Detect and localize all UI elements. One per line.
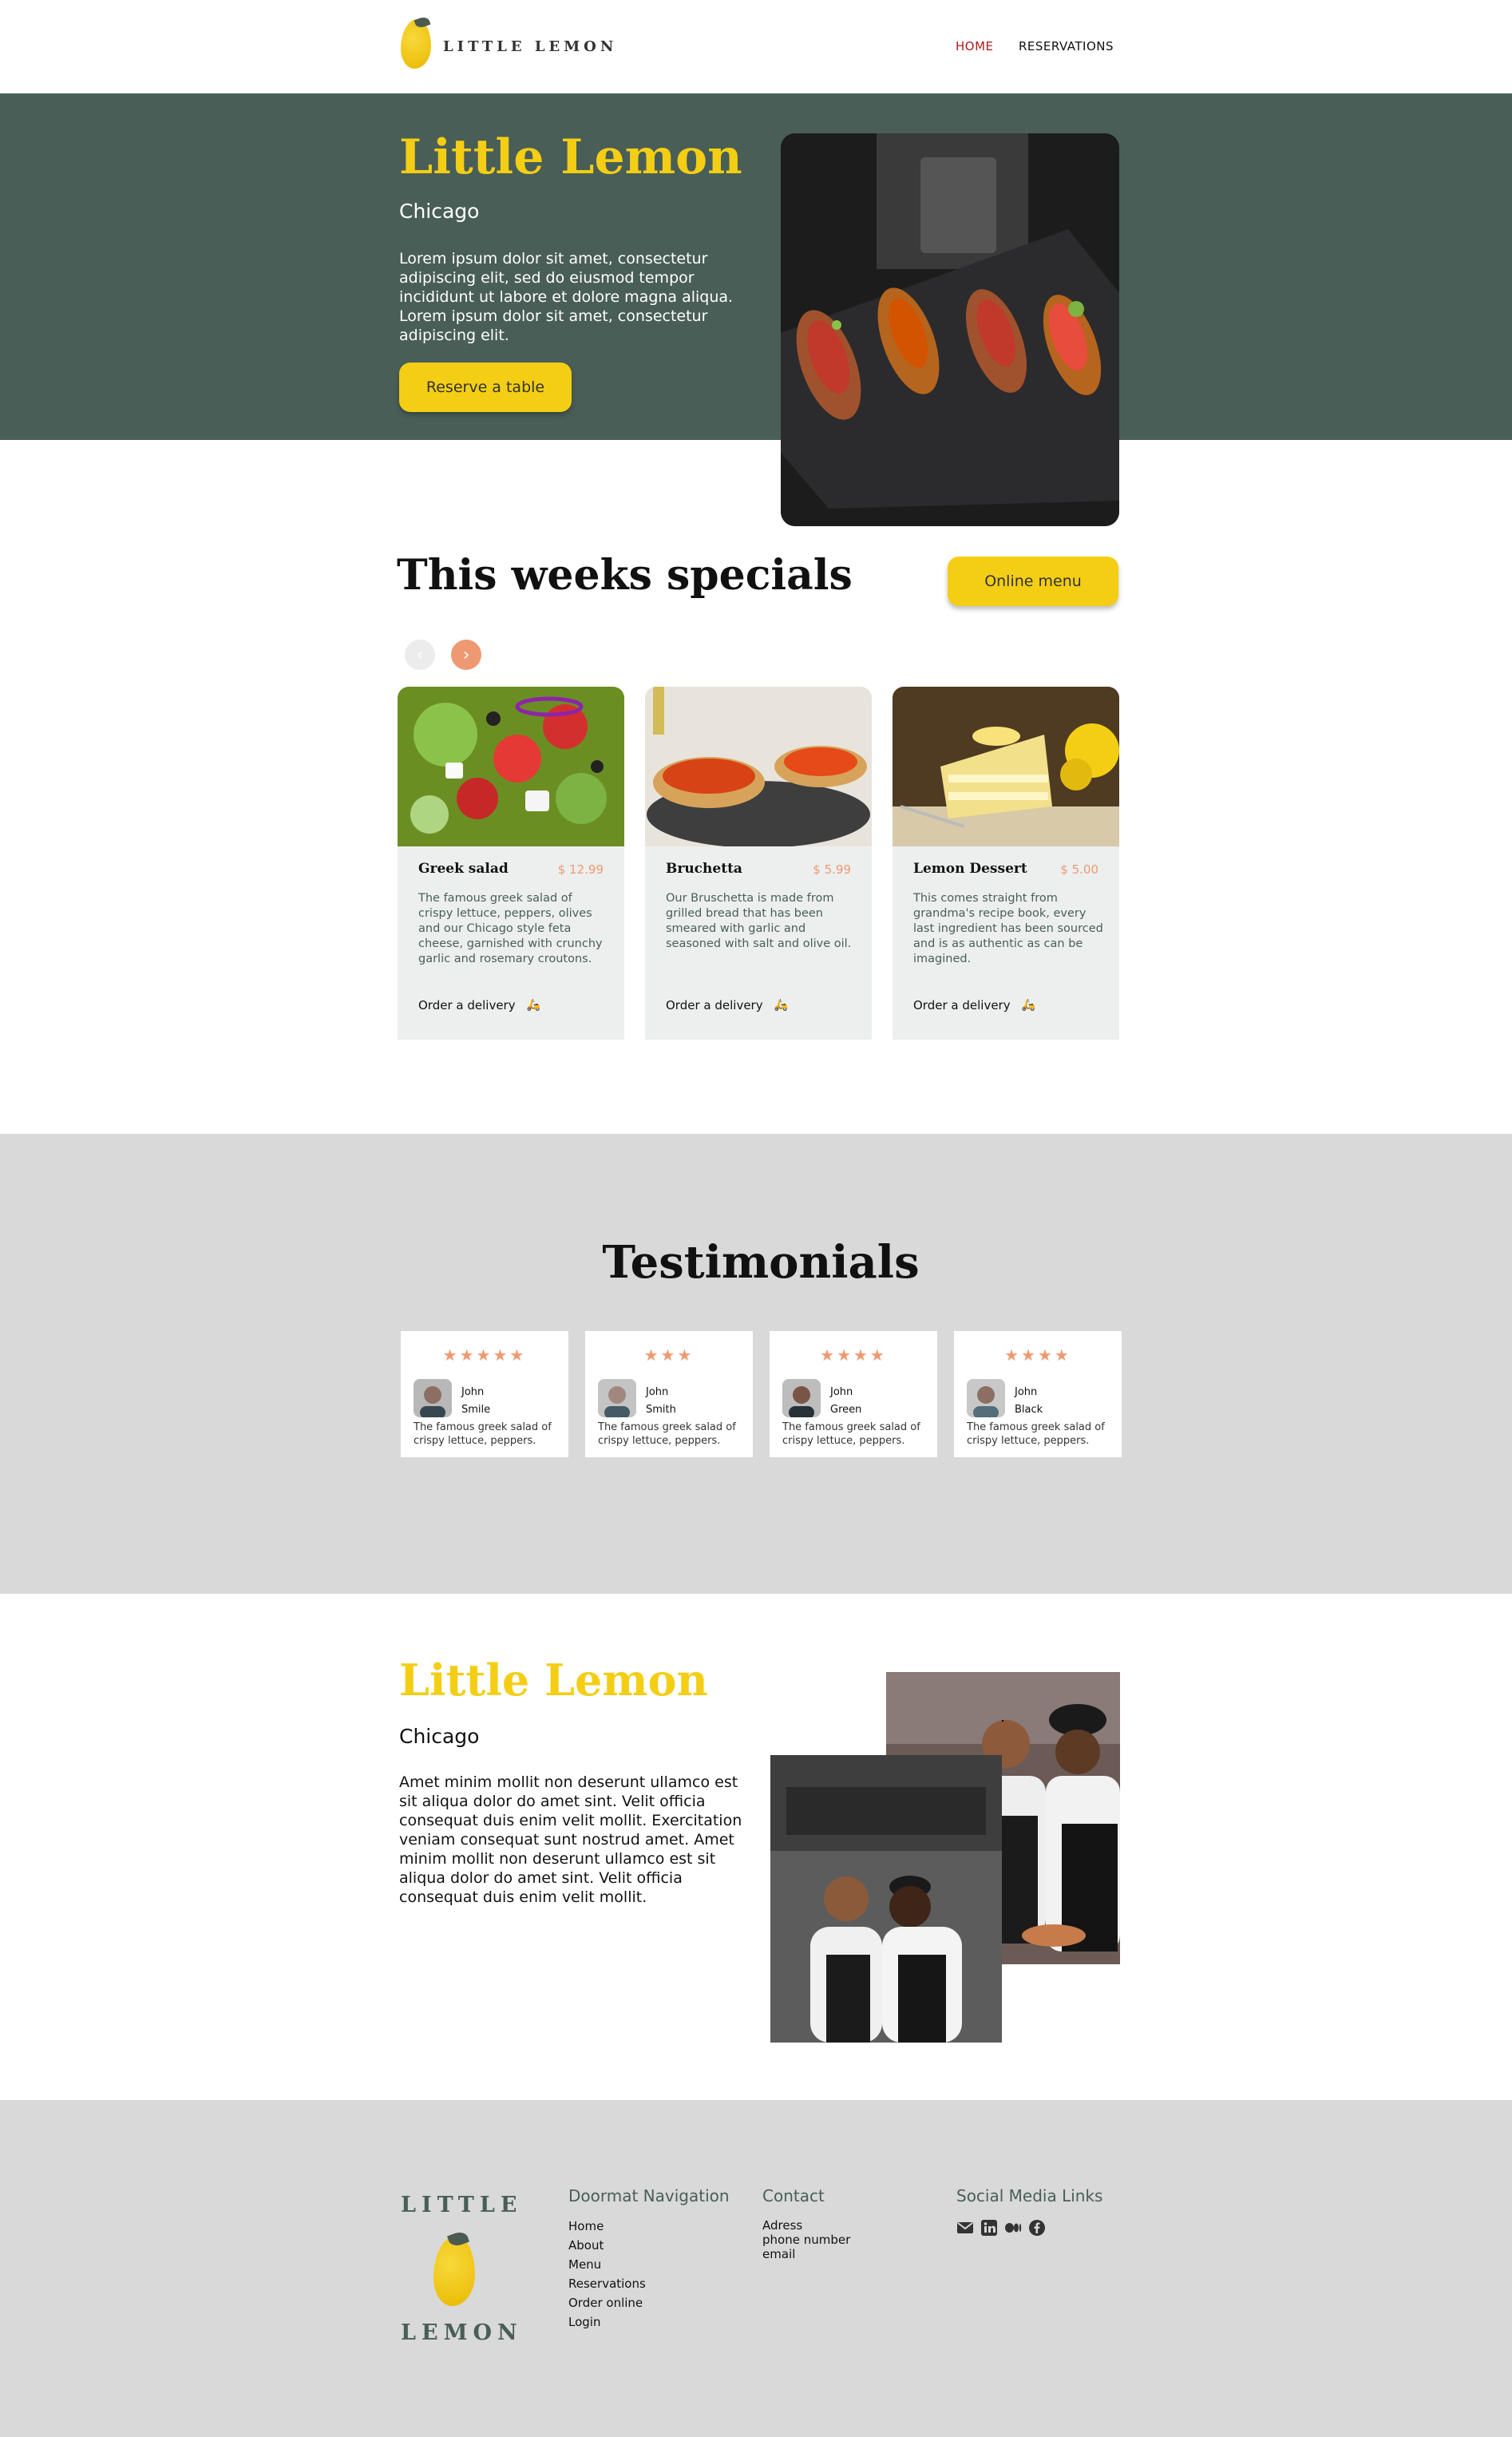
hero-title: Little Lemon [399, 129, 742, 185]
online-menu-button[interactable]: Online menu [948, 557, 1118, 606]
reviewer-last-name: Green [830, 1404, 862, 1416]
chevron-right-icon: › [462, 644, 470, 665]
order-label: Order a delivery [666, 998, 763, 1012]
avatar [782, 1379, 821, 1417]
card-name: Greek salad [418, 861, 509, 877]
review-text: The famous greek salad of crispy lettuce… [598, 1421, 736, 1447]
card-price: $ 12.99 [557, 862, 604, 877]
nav-reservations[interactable]: RESERVATIONS [1019, 39, 1114, 53]
nav-home[interactable]: HOME [956, 39, 994, 53]
rating-stars: ★★★★ [1004, 1345, 1071, 1365]
rating-stars: ★★★ [643, 1345, 695, 1365]
reviewer-last-name: Smith [646, 1404, 676, 1416]
about-title: Little Lemon [399, 1654, 708, 1706]
reviewer-name: John Smith [646, 1384, 694, 1419]
contact-phone: phone number [762, 2233, 851, 2247]
logo-lemon-icon[interactable] [401, 19, 431, 69]
reviewer-last-name: Black [1015, 1404, 1043, 1416]
hero-description: Lorem ipsum dolor sit amet, consectetur … [399, 250, 734, 344]
card-name: Lemon Dessert [913, 861, 1027, 877]
avatar [967, 1379, 1005, 1417]
order-label: Order a delivery [913, 998, 1011, 1012]
footer-link-order-online[interactable]: Order online [568, 2293, 646, 2312]
chefs-photo-front [770, 1755, 1002, 2043]
contact-email: email [762, 2247, 796, 2261]
rating-stars: ★★★★★ [442, 1345, 527, 1365]
footer-logo-top: LITTLE [401, 2193, 523, 2217]
order-delivery-link[interactable]: Order a delivery 🛵 [418, 998, 540, 1012]
card-price: $ 5.99 [813, 862, 851, 877]
footer-link-about[interactable]: About [568, 2236, 646, 2255]
hero-city: Chicago [399, 200, 480, 223]
avatar [598, 1379, 636, 1417]
facebook-icon[interactable] [1028, 2219, 1046, 2237]
footer-social-heading: Social Media Links [956, 2186, 1103, 2205]
rating-stars: ★★★★ [820, 1345, 887, 1365]
bruschetta-image [645, 687, 872, 846]
card-name: Bruchetta [666, 861, 742, 877]
footer-nav-heading: Doormat Navigation [568, 2186, 730, 2205]
reviewer-first-name: John [461, 1386, 485, 1398]
reviewer-name: John Green [830, 1384, 878, 1419]
card-description: This comes straight from grandma's recip… [913, 892, 1103, 965]
testimonials-title: Testimonials [602, 1236, 920, 1289]
chevron-left-icon: ‹ [416, 644, 424, 665]
testimonial-card: ★★★★ John Black The famous greek salad o… [954, 1331, 1122, 1457]
reviewer-name: John Smile [461, 1384, 509, 1419]
testimonial-card: ★★★★ John Green The famous greek salad o… [770, 1331, 937, 1457]
footer-link-reservations[interactable]: Reservations [568, 2274, 646, 2293]
delivery-bike-icon: 🛵 [1021, 999, 1036, 1012]
envelope-icon[interactable] [956, 2219, 974, 2237]
carousel-next-button[interactable]: › [451, 640, 481, 670]
footer-link-home[interactable]: Home [568, 2217, 646, 2236]
footer-logo-bottom: LEMON [401, 2320, 523, 2345]
special-card[interactable]: Greek salad $ 12.99 The famous greek sal… [398, 687, 624, 1040]
hero-food-image [781, 133, 1119, 526]
site-header: LITTLE LEMON HOME RESERVATIONS [0, 0, 1512, 93]
logo-text[interactable]: LITTLE LEMON [443, 38, 617, 55]
card-description: Our Bruschetta is made from grilled brea… [666, 892, 852, 950]
lemon-dessert-image [893, 687, 1119, 846]
avatar [414, 1379, 452, 1417]
special-card[interactable]: Bruchetta $ 5.99 Our Bruschetta is made … [645, 687, 872, 1040]
footer-link-menu[interactable]: Menu [568, 2255, 646, 2274]
order-delivery-link[interactable]: Order a delivery 🛵 [666, 998, 788, 1012]
greek-salad-image [398, 687, 624, 846]
carousel-prev-button[interactable]: ‹ [405, 640, 435, 670]
reviewer-first-name: John [1015, 1386, 1038, 1398]
delivery-bike-icon: 🛵 [526, 999, 541, 1012]
reviewer-first-name: John [646, 1386, 669, 1398]
testimonials-section [0, 1134, 1512, 1594]
hero-section [0, 93, 1512, 440]
review-text: The famous greek salad of crispy lettuce… [782, 1421, 920, 1447]
reviewer-name: John Black [1015, 1384, 1063, 1419]
testimonial-card: ★★★★★ John Smile The famous greek salad … [401, 1331, 568, 1457]
reviewer-first-name: John [830, 1386, 853, 1398]
reviewer-last-name: Smile [461, 1404, 491, 1416]
review-text: The famous greek salad of crispy lettuce… [414, 1421, 552, 1447]
about-city: Chicago [399, 1725, 480, 1748]
specials-title: This weeks specials [397, 551, 853, 600]
linkedin-icon[interactable] [980, 2219, 998, 2237]
medium-icon[interactable] [1004, 2219, 1022, 2237]
card-price: $ 5.00 [1060, 862, 1098, 877]
review-text: The famous greek salad of crispy lettuce… [967, 1421, 1105, 1447]
order-delivery-link[interactable]: Order a delivery 🛵 [913, 998, 1035, 1012]
site-footer [0, 2100, 1512, 2437]
footer-link-login[interactable]: Login [568, 2312, 646, 2332]
contact-address: Adress [762, 2218, 803, 2233]
footer-nav-list: Home About Menu Reservations Order onlin… [568, 2217, 646, 2332]
special-card[interactable]: Lemon Dessert $ 5.00 This comes straight… [893, 687, 1119, 1040]
footer-contact-heading: Contact [762, 2186, 825, 2205]
delivery-bike-icon: 🛵 [774, 999, 789, 1012]
reserve-table-button[interactable]: Reserve a table [399, 363, 572, 412]
order-label: Order a delivery [418, 998, 516, 1012]
footer-contact-list: Adress phone number email [762, 2218, 850, 2261]
card-description: The famous greek salad of crispy lettuce… [418, 892, 603, 965]
about-description: Amet minim mollit non deserunt ullamco e… [399, 1773, 742, 1906]
testimonial-card: ★★★ John Smith The famous greek salad of… [585, 1331, 753, 1457]
social-links [956, 2219, 1046, 2237]
